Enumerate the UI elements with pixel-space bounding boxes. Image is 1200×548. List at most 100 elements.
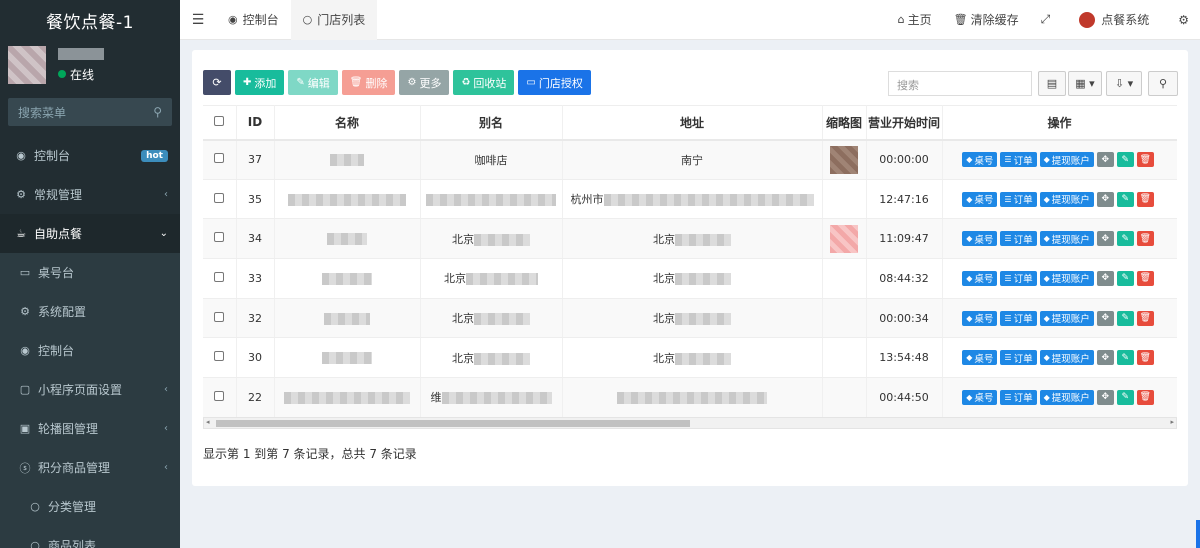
scroll-left-icon[interactable]: ◂ bbox=[206, 418, 210, 426]
row-checkbox[interactable] bbox=[214, 153, 225, 164]
settings-button[interactable]: ⚙ bbox=[1160, 13, 1200, 27]
row-checkbox[interactable] bbox=[214, 192, 225, 203]
store-authorize-button[interactable]: ▭ 门店授权 bbox=[518, 70, 591, 95]
orders-button[interactable]: ☰ 订单 bbox=[1000, 152, 1037, 168]
sidebar-item-tables[interactable]: ▭ 桌号台 bbox=[0, 253, 180, 292]
withdraw-account-button[interactable]: ◆ 提现账户 bbox=[1039, 231, 1094, 247]
withdraw-account-button[interactable]: ◆ 提现账户 bbox=[1039, 270, 1094, 286]
col-name[interactable]: 名称 bbox=[274, 105, 421, 141]
clear-cache-button[interactable]: 🗑 清除缓存 bbox=[943, 11, 1030, 28]
sidebar-item-general[interactable]: ⚙ 常规管理 ‹ bbox=[0, 175, 180, 214]
withdraw-account-button[interactable]: ◆ 提现账户 bbox=[1039, 389, 1094, 405]
withdraw-account-button[interactable]: ◆ 提现账户 bbox=[1039, 310, 1094, 326]
withdraw-account-button[interactable]: ◆ 提现账户 bbox=[1039, 350, 1094, 366]
app-title[interactable]: 餐饮点餐-1 bbox=[0, 0, 180, 40]
row-checkbox[interactable] bbox=[214, 390, 225, 401]
row-checkbox-cell[interactable] bbox=[203, 139, 237, 180]
scroll-right-icon[interactable]: ▸ bbox=[1170, 418, 1174, 426]
row-checkbox[interactable] bbox=[214, 271, 225, 282]
row-checkbox-cell[interactable] bbox=[203, 218, 237, 260]
row-delete-button[interactable]: 🗑 bbox=[1136, 310, 1154, 326]
tab-store-list[interactable]: ○ 门店列表 bbox=[290, 0, 378, 40]
table-no-button[interactable]: ◆ 桌号 bbox=[962, 191, 998, 207]
withdraw-account-button[interactable]: ◆ 提现账户 bbox=[1039, 152, 1094, 168]
sidebar-item-miniapp-pages[interactable]: ▢ 小程序页面设置 ‹ bbox=[0, 370, 180, 409]
table-row[interactable]: 33 北京 北京 08:44:32 ◆ 桌号 ☰ 订单 ◆ 提现账户 ✥ ✎ 🗑 bbox=[203, 258, 1177, 299]
row-edit-button[interactable]: ✎ bbox=[1116, 310, 1134, 326]
menu-search-input[interactable]: 搜索菜单 ⚲ bbox=[8, 98, 172, 126]
orders-button[interactable]: ☰ 订单 bbox=[1000, 231, 1037, 247]
sidebar-item-self-order[interactable]: ☕ 自助点餐 ⌄ bbox=[0, 214, 180, 253]
delete-button[interactable]: 🗑 删除 bbox=[341, 70, 396, 95]
fullscreen-button[interactable]: ⤢ bbox=[1030, 12, 1062, 27]
edit-button[interactable]: ✎ 编辑 bbox=[288, 70, 338, 95]
export-dropdown[interactable]: ⇩ ▾ bbox=[1106, 71, 1142, 96]
sidebar-item-dashboard[interactable]: ◉ 控制台 hot bbox=[0, 136, 180, 175]
col-id[interactable]: ID bbox=[236, 105, 275, 141]
table-no-button[interactable]: ◆ 桌号 bbox=[962, 350, 998, 366]
select-all-checkbox[interactable] bbox=[203, 105, 237, 141]
card-view-toggle[interactable]: ▤ bbox=[1038, 71, 1066, 96]
row-delete-button[interactable]: 🗑 bbox=[1136, 350, 1154, 366]
row-edit-button[interactable]: ✎ bbox=[1116, 231, 1134, 247]
search-icon[interactable]: ⚲ bbox=[153, 105, 162, 119]
home-link[interactable]: ⌂ 主页 bbox=[887, 11, 943, 28]
orders-button[interactable]: ☰ 订单 bbox=[1000, 389, 1037, 405]
advanced-search-button[interactable]: ⚲ bbox=[1148, 71, 1178, 96]
table-search-input[interactable]: 搜索 bbox=[888, 71, 1032, 96]
sidebar-item-console[interactable]: ◉ 控制台 bbox=[0, 331, 180, 370]
orders-button[interactable]: ☰ 订单 bbox=[1000, 270, 1037, 286]
sidebar-item-category[interactable]: ○ 分类管理 bbox=[0, 487, 180, 526]
refresh-button[interactable]: ⟳ bbox=[203, 70, 231, 95]
row-delete-button[interactable]: 🗑 bbox=[1136, 270, 1154, 286]
thumbnail-image[interactable] bbox=[830, 224, 858, 253]
col-address[interactable]: 地址 bbox=[562, 105, 823, 141]
drag-sort-button[interactable]: ✥ bbox=[1096, 350, 1114, 366]
row-checkbox[interactable] bbox=[214, 351, 225, 362]
row-delete-button[interactable]: 🗑 bbox=[1136, 191, 1154, 207]
tab-dashboard[interactable]: ◉ 控制台 bbox=[216, 0, 291, 40]
drag-sort-button[interactable]: ✥ bbox=[1096, 389, 1114, 405]
page-scrollbar-thumb[interactable] bbox=[1196, 520, 1200, 548]
table-no-button[interactable]: ◆ 桌号 bbox=[962, 152, 998, 168]
table-row[interactable]: 30 北京 北京 13:54:48 ◆ 桌号 ☰ 订单 ◆ 提现账户 ✥ ✎ 🗑 bbox=[203, 337, 1177, 379]
row-checkbox[interactable] bbox=[214, 232, 225, 243]
orders-button[interactable]: ☰ 订单 bbox=[1000, 191, 1037, 207]
row-delete-button[interactable]: 🗑 bbox=[1136, 152, 1154, 168]
table-row[interactable]: 22 维 00:44:50 ◆ 桌号 ☰ 订单 ◆ 提现账户 ✥ ✎ 🗑 bbox=[203, 377, 1177, 418]
user-menu[interactable]: 点餐系统 bbox=[1061, 11, 1160, 28]
row-checkbox-cell[interactable] bbox=[203, 337, 237, 379]
row-edit-button[interactable]: ✎ bbox=[1116, 389, 1134, 405]
recycle-bin-button[interactable]: ♻ 回收站 bbox=[453, 70, 515, 95]
more-button[interactable]: ⚙ 更多 bbox=[399, 70, 450, 95]
add-button[interactable]: ✚ 添加 bbox=[235, 70, 285, 95]
row-edit-button[interactable]: ✎ bbox=[1116, 191, 1134, 207]
table-no-button[interactable]: ◆ 桌号 bbox=[962, 270, 998, 286]
col-thumbnail[interactable]: 缩略图 bbox=[822, 105, 867, 141]
drag-sort-button[interactable]: ✥ bbox=[1096, 152, 1114, 168]
columns-dropdown[interactable]: ▦ ▾ bbox=[1068, 71, 1102, 96]
table-row[interactable]: 37 咖啡店 南宁 00:00:00 ◆ 桌号 ☰ 订单 ◆ 提现账户 ✥ ✎ 🗑 bbox=[203, 139, 1177, 180]
sidebar-item-system-config[interactable]: ⚙ 系统配置 bbox=[0, 292, 180, 331]
withdraw-account-button[interactable]: ◆ 提现账户 bbox=[1039, 191, 1094, 207]
sidebar-item-points-goods[interactable]: ⓢ 积分商品管理 ‹ bbox=[0, 448, 180, 487]
table-no-button[interactable]: ◆ 桌号 bbox=[962, 231, 998, 247]
row-edit-button[interactable]: ✎ bbox=[1116, 152, 1134, 168]
table-no-button[interactable]: ◆ 桌号 bbox=[962, 310, 998, 326]
col-alias[interactable]: 别名 bbox=[420, 105, 563, 141]
sidebar-item-goods-list[interactable]: ○ 商品列表 bbox=[0, 526, 180, 548]
table-row[interactable]: 35 杭州市 12:47:16 ◆ 桌号 ☰ 订单 ◆ 提现账户 ✥ ✎ 🗑 bbox=[203, 179, 1177, 220]
orders-button[interactable]: ☰ 订单 bbox=[1000, 350, 1037, 366]
row-checkbox-cell[interactable] bbox=[203, 179, 237, 220]
table-no-button[interactable]: ◆ 桌号 bbox=[962, 389, 998, 405]
thumbnail-image[interactable] bbox=[830, 145, 858, 174]
row-checkbox-cell[interactable] bbox=[203, 377, 237, 418]
drag-sort-button[interactable]: ✥ bbox=[1096, 231, 1114, 247]
row-edit-button[interactable]: ✎ bbox=[1116, 350, 1134, 366]
row-delete-button[interactable]: 🗑 bbox=[1136, 389, 1154, 405]
drag-sort-button[interactable]: ✥ bbox=[1096, 310, 1114, 326]
drag-sort-button[interactable]: ✥ bbox=[1096, 191, 1114, 207]
row-edit-button[interactable]: ✎ bbox=[1116, 270, 1134, 286]
table-row[interactable]: 32 北京 北京 00:00:34 ◆ 桌号 ☰ 订单 ◆ 提现账户 ✥ ✎ 🗑 bbox=[203, 298, 1177, 339]
scrollbar-thumb[interactable] bbox=[216, 420, 690, 427]
